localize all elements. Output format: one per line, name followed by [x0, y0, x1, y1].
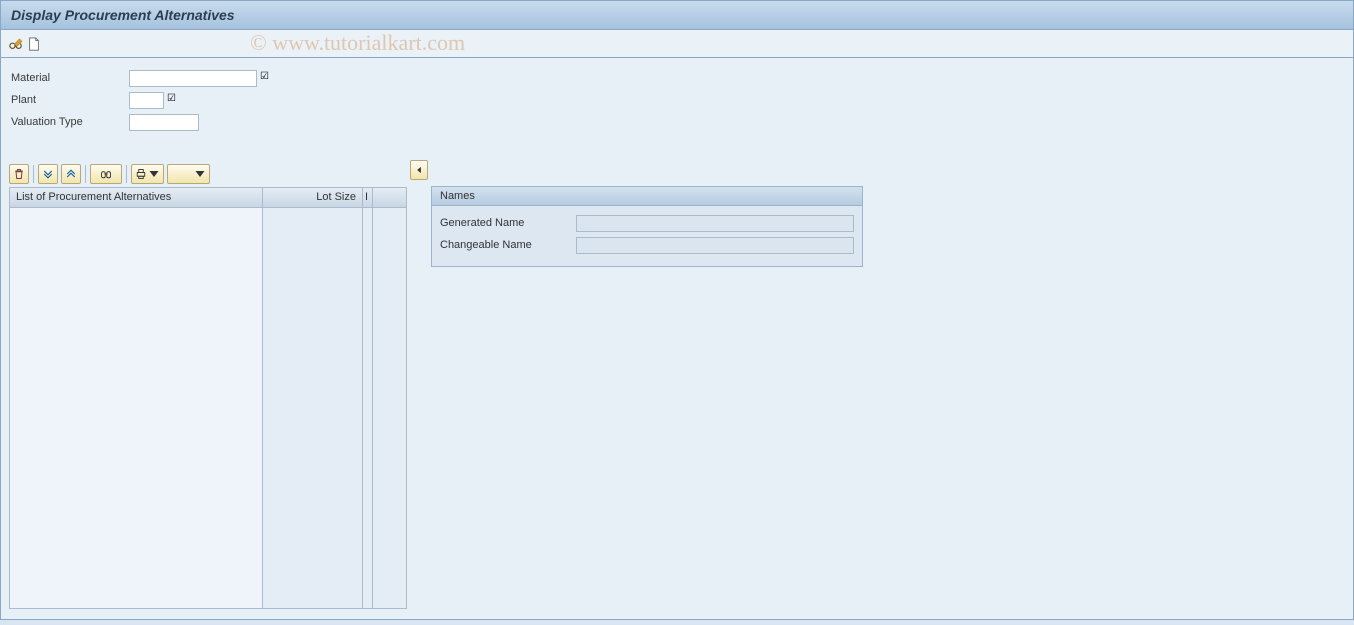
new-page-icon[interactable] [27, 37, 41, 51]
find-button[interactable] [90, 164, 122, 184]
material-label: Material [9, 72, 129, 84]
list-toolbar [9, 164, 407, 184]
plant-input[interactable] [129, 92, 164, 109]
printer-icon [135, 168, 147, 180]
list-body[interactable] [10, 208, 263, 608]
detail-panel: Names Generated Name Changeable Name [431, 164, 1345, 609]
material-input[interactable] [129, 70, 257, 87]
triangle-left-icon [414, 165, 424, 175]
list-body[interactable] [363, 208, 373, 608]
sort-desc-button[interactable] [38, 164, 58, 184]
changeable-name-label: Changeable Name [440, 239, 576, 251]
col-header-list[interactable]: List of Procurement Alternatives [10, 188, 263, 208]
delete-button[interactable] [9, 164, 29, 184]
page-title: Display Procurement Alternatives [0, 0, 1354, 30]
generated-name-label: Generated Name [440, 217, 576, 229]
list-panel: List of Procurement Alternatives Lot Siz… [9, 164, 407, 609]
content-area: Material ☑ Plant ☑ Valuation Type [0, 58, 1354, 620]
binoculars-icon [100, 168, 112, 180]
names-group: Names Generated Name Changeable Name [431, 186, 863, 267]
more-button[interactable] [167, 164, 210, 184]
procurement-list-grid: List of Procurement Alternatives Lot Siz… [9, 187, 407, 609]
sort-asc-button[interactable] [61, 164, 81, 184]
list-body[interactable] [373, 208, 406, 608]
dropdown-tiny-icon [194, 168, 206, 180]
required-tick-icon: ☑ [260, 71, 269, 82]
dropdown-tiny-icon [148, 168, 160, 180]
glasses-pencil-icon[interactable] [9, 37, 23, 51]
valuation-type-label: Valuation Type [9, 116, 129, 128]
col-header-lotsize[interactable]: Lot Size [263, 188, 363, 208]
trash-icon [13, 168, 25, 180]
col-header-i[interactable]: I [363, 188, 373, 208]
col-header-empty[interactable] [373, 188, 406, 208]
chevron-up-double-icon [65, 168, 77, 180]
generated-name-input [576, 215, 854, 232]
list-body[interactable] [263, 208, 363, 608]
changeable-name-input [576, 237, 854, 254]
splitter-area [407, 164, 431, 609]
collapse-left-button[interactable] [410, 160, 428, 180]
print-button[interactable] [131, 164, 164, 184]
plant-label: Plant [9, 94, 129, 106]
chevron-down-double-icon [42, 168, 54, 180]
main-toolbar [0, 30, 1354, 58]
required-tick-icon: ☑ [167, 93, 176, 104]
names-group-title: Names [432, 187, 862, 206]
valuation-type-input[interactable] [129, 114, 199, 131]
